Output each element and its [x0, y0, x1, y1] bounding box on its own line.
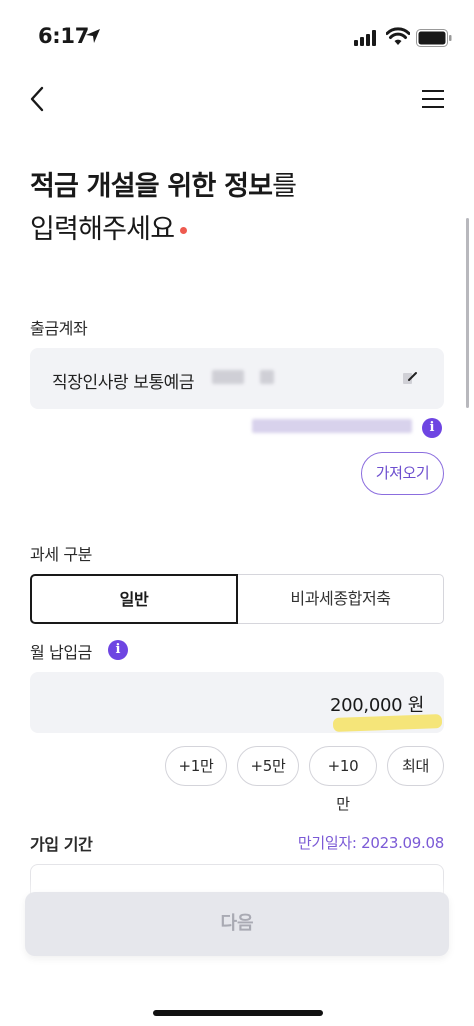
monthly-amount-value: 200,000 원 — [329, 695, 424, 716]
next-button[interactable]: 다음 — [25, 892, 449, 956]
hamburger-menu-icon[interactable] — [420, 88, 446, 110]
fetch-button[interactable]: 가져오기 — [361, 452, 444, 495]
amount-quick-buttons: +1만 +5만 +10만 최대 — [165, 746, 444, 813]
home-indicator — [153, 1010, 323, 1016]
tax-type-segmented-control: 일반 비과세종합저축 — [30, 574, 444, 624]
masked-account-number — [212, 370, 244, 384]
maturity-date: 만기일자: 2023.09.08 — [297, 834, 444, 852]
account-balance-masked — [252, 417, 412, 435]
period-label: 가입 기간 — [30, 835, 93, 854]
account-name: 직장인사랑 보통예금 — [52, 373, 195, 393]
status-time: 6:17 — [38, 24, 90, 48]
title-line2: 입력해주세요 — [30, 214, 175, 245]
add-100000-button[interactable]: +10만 — [309, 746, 377, 813]
monthly-info-icon[interactable]: i — [108, 640, 128, 660]
add-50000-button[interactable]: +5만 — [237, 746, 299, 786]
add-10000-button[interactable]: +1만 — [165, 746, 227, 786]
required-dot — [180, 227, 188, 234]
info-icon[interactable]: i — [422, 418, 442, 438]
withdraw-account-field[interactable]: 직장인사랑 보통예금 — [30, 348, 444, 409]
scrollbar[interactable] — [466, 218, 469, 408]
tax-type-label: 과세 구분 — [30, 545, 92, 564]
tax-option-general[interactable]: 일반 — [30, 574, 238, 624]
back-chevron-icon[interactable] — [26, 84, 52, 114]
page-title: 적금 개설을 위한 정보를 입력해주세요 — [30, 165, 297, 251]
status-bar: 6:17 — [0, 0, 474, 76]
location-arrow-icon — [86, 29, 100, 43]
edit-pencil-icon[interactable] — [402, 370, 418, 386]
title-bold: 적금 개설을 위한 정보 — [30, 171, 273, 202]
masked-account-number-2 — [260, 370, 274, 384]
tax-option-tax-free[interactable]: 비과세종합저축 — [238, 574, 444, 624]
title-suffix: 를 — [272, 171, 297, 202]
cellular-signal-icon — [354, 30, 376, 46]
battery-icon — [416, 29, 452, 47]
withdraw-account-label: 출금계좌 — [30, 319, 88, 338]
max-button[interactable]: 최대 — [387, 746, 444, 786]
wifi-icon — [386, 27, 410, 45]
monthly-payment-label: 월 납입금 — [30, 643, 92, 662]
